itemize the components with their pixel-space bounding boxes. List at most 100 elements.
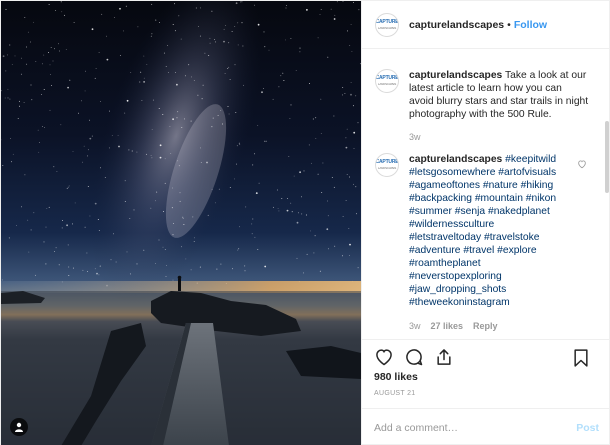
post-likes[interactable]: 980 likes — [374, 371, 418, 383]
post-header: CAPTURE LANDSCAPES capturelandscapes • Fo… — [362, 1, 610, 49]
comments-scrollbar[interactable] — [605, 121, 609, 193]
star — [46, 208, 48, 210]
hashtag-line[interactable]: #letstraveltoday #travelstoke — [409, 231, 589, 244]
star — [7, 97, 9, 99]
star — [52, 60, 54, 62]
star — [167, 72, 169, 74]
star — [217, 115, 219, 116]
star — [41, 94, 43, 95]
star — [62, 220, 63, 221]
star — [65, 49, 67, 51]
star — [166, 265, 167, 266]
hashtag-line[interactable]: #jaw_dropping_shots — [409, 283, 589, 296]
star — [229, 79, 231, 80]
star — [257, 249, 259, 250]
star — [17, 118, 19, 119]
star — [349, 255, 350, 257]
star — [163, 211, 164, 213]
star — [10, 137, 12, 139]
star — [172, 234, 174, 236]
star — [151, 157, 153, 159]
post-photo[interactable] — [1, 1, 361, 445]
star — [209, 37, 211, 39]
star — [86, 252, 88, 254]
hashtag-line[interactable]: #neverstopexploring — [409, 270, 589, 283]
post-button[interactable]: Post — [576, 422, 599, 434]
share-button[interactable] — [434, 347, 454, 367]
caption-time[interactable]: 3w — [409, 131, 421, 144]
star — [244, 265, 246, 267]
avatar[interactable]: CAPTURE LANDSCAPES — [375, 12, 399, 37]
hashtag-line[interactable]: #wildernessculture — [409, 218, 589, 231]
hashtag-line[interactable]: #adventure #travel #explore — [409, 244, 589, 257]
hashtag-line[interactable]: #summer #senja #nakedplanet — [409, 205, 589, 218]
hashtag-line[interactable]: #theweekoninstagram — [409, 296, 589, 309]
star — [327, 248, 329, 250]
star — [200, 7, 202, 9]
star — [87, 270, 89, 272]
follow-button[interactable]: Follow — [514, 19, 547, 31]
caption-username[interactable]: capturelandscapes — [409, 70, 502, 81]
star — [288, 156, 290, 158]
avatar[interactable]: CAPTURE LANDSCAPES — [375, 69, 399, 93]
star — [333, 186, 335, 188]
star — [84, 226, 86, 228]
star — [341, 255, 343, 257]
post-date[interactable]: AUGUST 21 — [374, 390, 415, 397]
star — [155, 19, 157, 21]
like-button[interactable] — [374, 347, 394, 367]
star — [252, 218, 254, 220]
post-sidebar: CAPTURE LANDSCAPES capturelandscapes • Fo… — [361, 1, 610, 445]
star — [334, 14, 336, 16]
star — [45, 226, 47, 228]
star — [227, 68, 229, 70]
star — [178, 15, 180, 17]
hashtag-line[interactable]: #letsgosomewhere #artofvisuals — [409, 166, 589, 179]
star — [44, 127, 45, 129]
comment-heart-icon[interactable] — [577, 159, 587, 169]
star — [119, 55, 121, 56]
star — [234, 178, 235, 180]
star — [150, 35, 152, 37]
star — [172, 279, 174, 281]
user-tag-button[interactable] — [10, 418, 28, 436]
star — [89, 137, 92, 140]
star — [26, 63, 28, 65]
star — [258, 182, 260, 184]
header-username[interactable]: capturelandscapes — [409, 19, 504, 31]
hashtag-line[interactable]: #backpacking #mountain #nikon — [409, 192, 589, 205]
comment-likes[interactable]: 27 likes — [431, 320, 464, 333]
comments-list[interactable]: CAPTURE LANDSCAPES capturelandscapes Take… — [362, 49, 610, 339]
user-tag-icon — [15, 422, 23, 432]
star — [150, 207, 152, 209]
comment-username[interactable]: capturelandscapes — [409, 154, 502, 165]
hashtag-line[interactable]: #roamtheplanet — [409, 257, 589, 270]
star — [67, 244, 69, 246]
star — [143, 249, 145, 251]
reply-button[interactable]: Reply — [473, 320, 498, 333]
comment-button[interactable] — [404, 347, 424, 367]
star — [346, 128, 348, 130]
hashtag-line[interactable]: #agameoftones #nature #hiking — [409, 179, 589, 192]
star — [200, 147, 201, 149]
star — [245, 206, 247, 208]
star — [315, 138, 317, 140]
star — [30, 229, 32, 231]
star — [331, 177, 333, 178]
star — [244, 270, 246, 272]
star — [183, 224, 185, 225]
save-button[interactable] — [572, 348, 590, 368]
star — [265, 140, 267, 142]
star — [174, 30, 176, 32]
star — [18, 100, 20, 102]
star — [56, 171, 58, 172]
star — [263, 31, 265, 33]
avatar[interactable]: CAPTURE LANDSCAPES — [375, 153, 399, 177]
hashtag-link[interactable]: #keepitwild — [505, 154, 556, 165]
star — [356, 213, 357, 215]
comment-input[interactable] — [374, 421, 577, 434]
action-bar — [362, 339, 610, 373]
star — [178, 165, 180, 167]
comment-time[interactable]: 3w — [409, 320, 421, 333]
star — [175, 71, 176, 73]
